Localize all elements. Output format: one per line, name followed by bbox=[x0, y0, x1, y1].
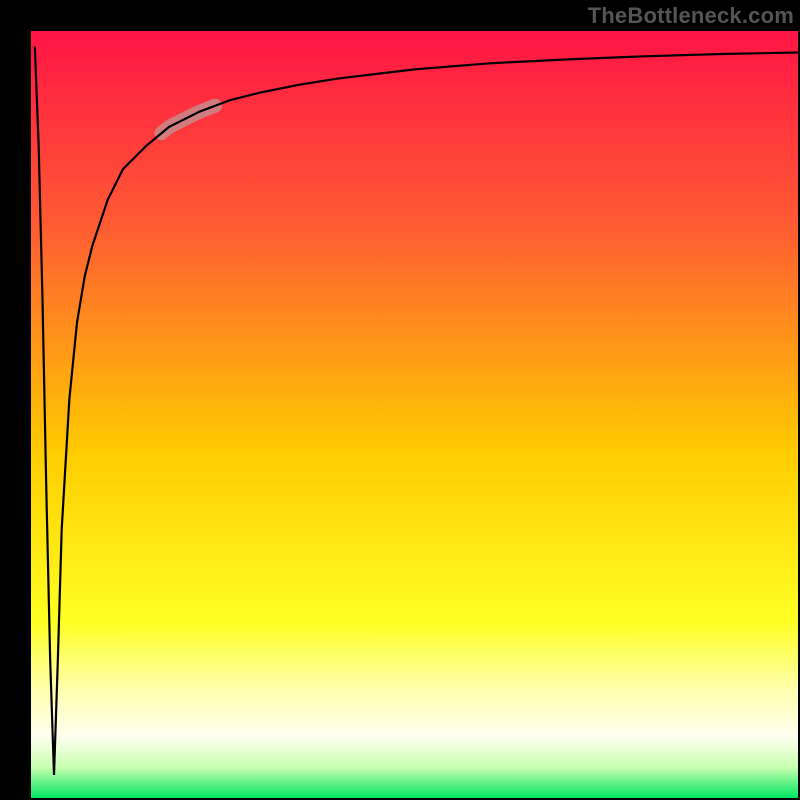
chart-container: TheBottleneck.com bbox=[0, 0, 800, 800]
gradient-background bbox=[31, 31, 798, 798]
attribution-text: TheBottleneck.com bbox=[588, 3, 794, 29]
frame-left bbox=[0, 0, 31, 800]
plot-area bbox=[31, 31, 798, 798]
